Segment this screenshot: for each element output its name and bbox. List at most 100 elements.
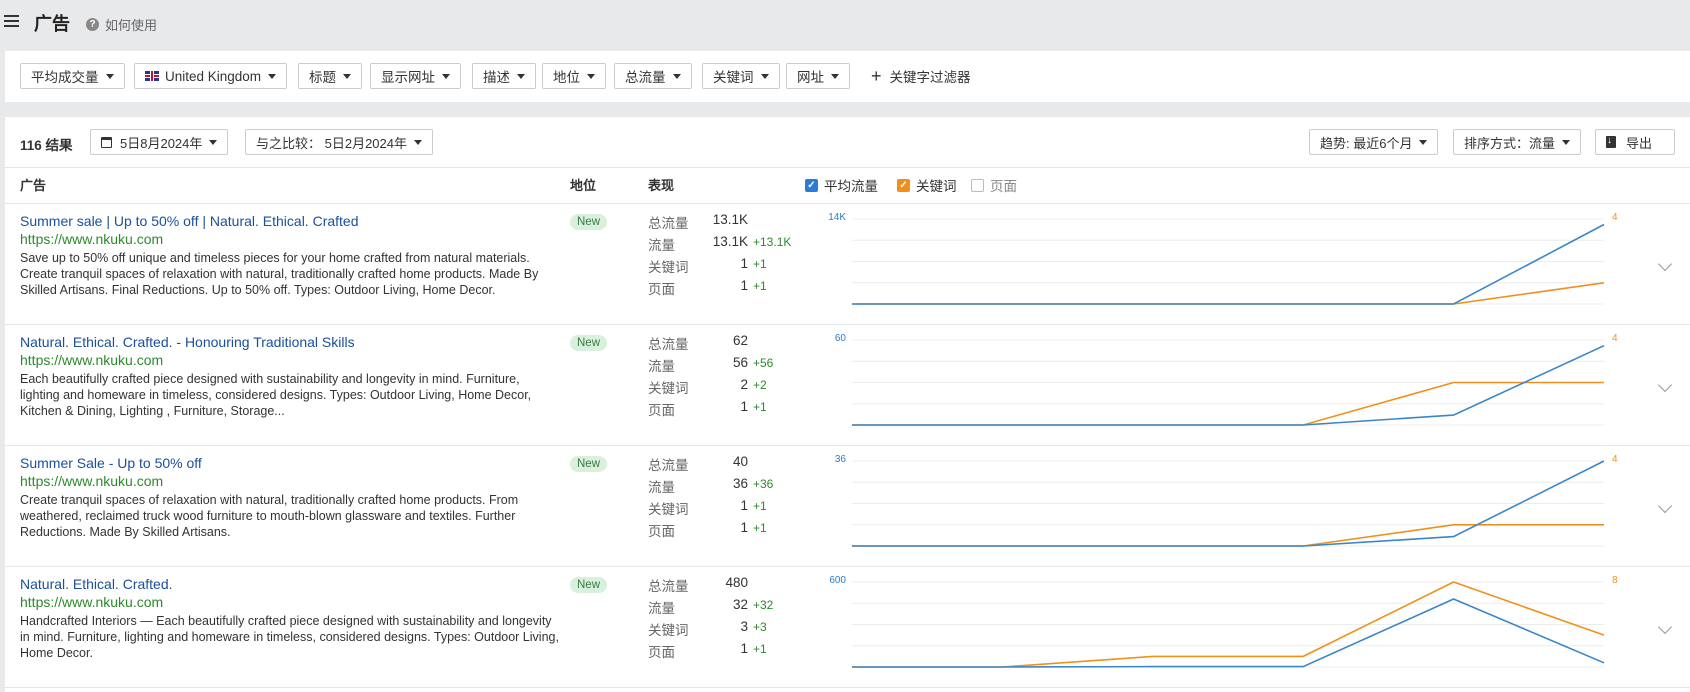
col-ad: 广告 xyxy=(20,178,47,193)
caret-down-icon xyxy=(442,73,450,79)
question-icon: ? xyxy=(86,18,99,31)
metric-value: 36 xyxy=(732,476,748,491)
metric-value: 1 xyxy=(740,278,748,293)
compare-picker[interactable]: 与之比较： 5日2月2024年 xyxy=(245,129,433,155)
keywords-series-line xyxy=(852,282,1605,305)
sort-dropdown[interactable]: 排序方式：流量 xyxy=(1453,129,1582,155)
ad-row[interactable]: Natural. Ethical. Crafted. - Honouring T… xyxy=(5,325,1690,446)
metric-value: 1 xyxy=(740,498,748,513)
left-axis-max-label: 600 xyxy=(829,575,846,586)
trend-chart: 60 4 xyxy=(835,333,1618,426)
checkbox-checked-icon: ✓ xyxy=(805,178,818,192)
ad-url[interactable]: https://www.nkuku.com xyxy=(20,352,163,368)
ad-url[interactable]: https://www.nkuku.com xyxy=(20,473,163,489)
ad-url[interactable]: https://www.nkuku.com xyxy=(20,594,163,610)
metric-delta: +13.1K xyxy=(753,235,792,249)
filter-description[interactable]: 描述 xyxy=(472,63,536,89)
filter-label: United Kingdom xyxy=(165,68,262,84)
metric-delta: +56 xyxy=(753,356,774,370)
top-bar: 广告 ? 如何使用 xyxy=(0,0,1690,44)
metric-label: 关键词 xyxy=(648,381,689,396)
filter-url[interactable]: 网址 xyxy=(786,63,850,89)
filter-country[interactable]: United Kingdom xyxy=(134,63,288,89)
metric-delta: +1 xyxy=(753,400,767,414)
right-axis-max-label: 8 xyxy=(1612,575,1618,586)
add-keyword-filter-button[interactable]: + 关键字过滤器 xyxy=(871,66,971,86)
export-button[interactable]: 导出 xyxy=(1595,129,1675,155)
caret-down-icon xyxy=(268,73,277,79)
trend-chart: 14K 4 xyxy=(828,212,1618,305)
ad-title[interactable]: Natural. Ethical. Crafted. - Honouring T… xyxy=(20,334,355,350)
trend-chart: 600 8 xyxy=(829,575,1618,668)
metric-row: 页面 1 +1 xyxy=(648,278,808,300)
metric-value: 32 xyxy=(732,597,748,612)
ad-description: Save up to 50% off unique and timeless p… xyxy=(20,251,539,297)
ad-url[interactable]: https://www.nkuku.com xyxy=(20,231,163,247)
metric-delta: +1 xyxy=(753,499,767,513)
ad-title[interactable]: Summer Sale - Up to 50% off xyxy=(20,455,202,471)
ad-row[interactable]: Summer Sale - Up to 50% off https://www.… xyxy=(5,446,1690,567)
metric-value: 3 xyxy=(740,619,748,634)
results-count: 116 结果 xyxy=(20,138,73,153)
date-picker[interactable]: 5日8月2024年 xyxy=(90,129,229,155)
download-icon xyxy=(1606,135,1616,148)
menu-icon[interactable] xyxy=(4,15,19,27)
calendar-icon xyxy=(101,136,112,148)
add-filter-label: 关键字过滤器 xyxy=(889,70,971,85)
metric-label: 流量 xyxy=(648,601,675,616)
filter-title[interactable]: 标题 xyxy=(298,63,362,89)
legend-avg-traffic[interactable]: ✓ 平均流量 xyxy=(805,175,878,195)
filter-position[interactable]: 地位 xyxy=(542,63,606,89)
col-position: 地位 xyxy=(570,178,597,193)
metric-label: 关键词 xyxy=(648,502,689,517)
metric-delta: +2 xyxy=(753,378,767,392)
caret-down-icon xyxy=(209,139,218,145)
metric-value: 480 xyxy=(725,575,748,590)
metric-delta: +36 xyxy=(753,477,774,491)
filter-label: 平均成交量 xyxy=(31,70,99,85)
filter-keywords[interactable]: 关键词 xyxy=(702,63,780,89)
ad-row[interactable]: Natural. Ethical. Crafted. https://www.n… xyxy=(5,567,1690,688)
legend-pages[interactable]: 页面 xyxy=(971,175,1017,195)
metric-value: 1 xyxy=(740,641,748,656)
ad-row[interactable]: Summer sale | Up to 50% off | Natural. E… xyxy=(5,204,1690,325)
filter-label: 显示网址 xyxy=(381,70,435,85)
compare-label: 与之比较： 5日2月2024年 xyxy=(256,135,407,151)
legend-label: 平均流量 xyxy=(824,179,878,194)
metric-row: 关键词 2 +2 xyxy=(648,377,808,399)
metric-row: 总流量 40 xyxy=(648,454,808,476)
right-axis-max-label: 4 xyxy=(1612,454,1618,465)
metric-row: 流量 32 +32 xyxy=(648,597,808,619)
ad-title[interactable]: Natural. Ethical. Crafted. xyxy=(20,576,173,592)
trend-label: 趋势: 最近6个月 xyxy=(1320,135,1413,151)
ad-title[interactable]: Summer sale | Up to 50% off | Natural. E… xyxy=(20,213,359,229)
col-performance: 表现 xyxy=(648,178,675,193)
caret-down-icon xyxy=(414,139,422,145)
trend-dropdown[interactable]: 趋势: 最近6个月 xyxy=(1309,129,1439,155)
metric-label: 页面 xyxy=(648,403,675,418)
filter-display-url[interactable]: 显示网址 xyxy=(370,63,461,89)
help-link[interactable]: ? 如何使用 xyxy=(86,15,157,34)
results-panel: 116 结果 5日8月2024年 与之比较： 5日2月2024年 趋势: 最近6… xyxy=(5,117,1690,692)
expand-chevron-icon[interactable] xyxy=(1657,619,1673,635)
divider xyxy=(5,167,1690,168)
caret-down-icon xyxy=(105,73,114,79)
expand-chevron-icon[interactable] xyxy=(1657,498,1673,514)
metric-row: 总流量 62 xyxy=(648,333,808,355)
filter-total-traffic[interactable]: 总流量 xyxy=(614,63,692,89)
position-badge: New xyxy=(570,214,608,230)
metric-row: 总流量 13.1K xyxy=(648,212,808,234)
position-badge: New xyxy=(570,456,608,472)
legend-keywords[interactable]: ✓ 关键词 xyxy=(897,175,957,195)
expand-chevron-icon[interactable] xyxy=(1657,377,1673,393)
metric-value: 56 xyxy=(732,355,748,370)
expand-chevron-icon[interactable] xyxy=(1657,256,1673,272)
help-label: 如何使用 xyxy=(105,18,158,33)
right-axis-max-label: 4 xyxy=(1612,212,1618,223)
metric-row: 页面 1 +1 xyxy=(648,520,808,542)
ad-description: Create tranquil spaces of relaxation wit… xyxy=(20,493,519,539)
filter-avg-volume[interactable]: 平均成交量 xyxy=(20,63,125,89)
metric-label: 总流量 xyxy=(648,337,689,352)
legend-label: 关键词 xyxy=(916,179,957,194)
keywords-series-line xyxy=(852,524,1604,547)
